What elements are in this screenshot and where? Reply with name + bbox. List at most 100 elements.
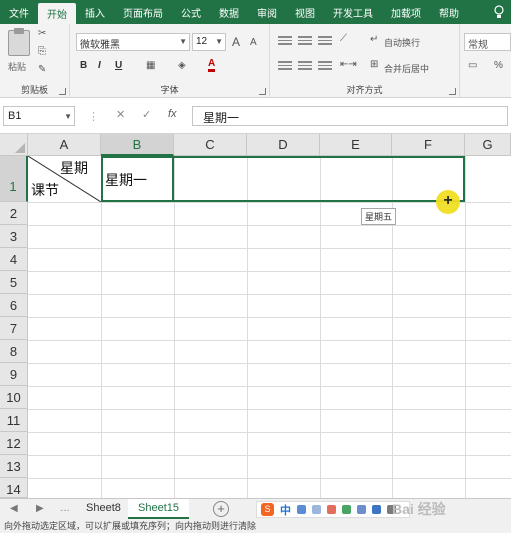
formula-input[interactable]: 星期一: [192, 106, 508, 126]
tab-data[interactable]: 数据: [210, 0, 248, 24]
tab-home[interactable]: 开始: [38, 3, 76, 24]
row-header-14[interactable]: 14: [0, 478, 28, 498]
ime-emoji-icon[interactable]: [327, 505, 336, 514]
row-header-10[interactable]: 10: [0, 386, 28, 409]
column-header-a[interactable]: A: [28, 134, 101, 156]
align-center-icon[interactable]: [298, 61, 312, 71]
ribbon-tab-bar: 文件 开始 插入 页面布局 公式 数据 审阅 视图 开发工具 加载项 帮助: [0, 0, 511, 24]
fill-handle-cursor-icon[interactable]: +: [436, 190, 460, 214]
ime-skin-icon[interactable]: [372, 505, 381, 514]
align-left-icon[interactable]: [278, 61, 292, 71]
prev-sheet-icon[interactable]: ◀: [10, 503, 18, 514]
italic-button[interactable]: I: [98, 60, 101, 71]
column-header-f[interactable]: F: [392, 134, 465, 156]
row-header-8[interactable]: 8: [0, 340, 28, 363]
ime-keyboard-icon[interactable]: [357, 505, 366, 514]
row-header-6[interactable]: 6: [0, 294, 28, 317]
fill-preview-tooltip: 星期五: [361, 208, 397, 225]
tab-insert[interactable]: 插入: [76, 0, 114, 24]
borders-icon[interactable]: ▦: [146, 60, 155, 71]
bold-button[interactable]: B: [80, 60, 87, 71]
wrap-text-button[interactable]: 自动换行: [384, 36, 420, 49]
merge-icon[interactable]: ⊞: [370, 59, 378, 70]
underline-button[interactable]: U: [115, 60, 122, 71]
add-sheet-icon[interactable]: +: [213, 501, 229, 517]
clipboard-launcher-icon[interactable]: [59, 88, 66, 95]
sheet-tab-sheet15[interactable]: Sheet15: [128, 499, 189, 519]
row-header-9[interactable]: 9: [0, 363, 28, 386]
formula-bar-grip-icon: ⋮: [88, 111, 99, 123]
row-header-11[interactable]: 11: [0, 409, 28, 432]
name-box[interactable]: B1 ▼: [3, 106, 75, 126]
sheet-list-icon[interactable]: …: [60, 503, 70, 514]
indent-icon[interactable]: ⇤⇥: [340, 59, 357, 70]
shrink-font-button[interactable]: A: [250, 37, 257, 48]
cut-icon[interactable]: ✂: [38, 28, 46, 39]
worksheet-grid: A B C D E F G 1 2 3 4 5 6 7 8 9 10 11 12…: [0, 134, 511, 498]
row-header-2[interactable]: 2: [0, 202, 28, 225]
tab-review[interactable]: 审阅: [248, 0, 286, 24]
ime-logo-icon[interactable]: S: [261, 503, 274, 516]
column-header-e[interactable]: E: [320, 134, 392, 156]
sheet-tab-bar: ◀ ▶ … Sheet8 Sheet15 + S 中 Bai 经验: [0, 498, 511, 520]
align-middle-icon[interactable]: [298, 36, 312, 46]
chevron-down-icon: ▼: [179, 37, 187, 46]
alignment-launcher-icon[interactable]: [449, 88, 456, 95]
row-header-3[interactable]: 3: [0, 225, 28, 248]
gridline: [28, 317, 511, 318]
font-name-select[interactable]: 微软雅黑 ▼: [76, 33, 190, 51]
copy-icon[interactable]: ⎘: [38, 46, 46, 57]
currency-icon[interactable]: ▭: [468, 60, 477, 71]
percent-button[interactable]: %: [494, 60, 503, 71]
format-painter-icon[interactable]: ✎: [38, 64, 46, 75]
ime-moon-icon[interactable]: [297, 505, 306, 514]
row-header-12[interactable]: 12: [0, 432, 28, 455]
next-sheet-icon[interactable]: ▶: [36, 503, 44, 514]
tab-file[interactable]: 文件: [0, 0, 38, 24]
font-size-select[interactable]: 12 ▼: [192, 33, 226, 51]
column-header-d[interactable]: D: [247, 134, 320, 156]
cell-a1-header-bottom[interactable]: 课节: [31, 180, 59, 200]
merge-center-button[interactable]: 合并后居中: [384, 62, 429, 75]
column-header-g[interactable]: G: [465, 134, 511, 156]
insert-function-button[interactable]: fx: [168, 108, 177, 120]
wrap-text-icon[interactable]: ↵: [370, 34, 378, 45]
row-header-4[interactable]: 4: [0, 248, 28, 271]
cell-a1-header-top[interactable]: 星期: [60, 158, 88, 178]
tab-help[interactable]: 帮助: [430, 0, 468, 24]
tab-view[interactable]: 视图: [286, 0, 324, 24]
row-header-1[interactable]: 1: [0, 156, 28, 202]
grow-font-button[interactable]: A: [232, 35, 240, 49]
align-right-icon[interactable]: [318, 61, 332, 71]
active-cell-b1[interactable]: [101, 156, 174, 202]
select-all-button[interactable]: [0, 134, 28, 156]
paste-icon[interactable]: [8, 28, 30, 56]
tab-developer[interactable]: 开发工具: [324, 0, 382, 24]
tab-page-layout[interactable]: 页面布局: [114, 0, 172, 24]
gridline: [28, 478, 511, 479]
column-header-b[interactable]: B: [101, 134, 174, 156]
cancel-icon[interactable]: ✕: [116, 108, 125, 121]
row-header-5[interactable]: 5: [0, 271, 28, 294]
fill-color-icon[interactable]: ◈: [178, 60, 186, 71]
font-color-button[interactable]: A: [208, 58, 216, 72]
tab-formulas[interactable]: 公式: [172, 0, 210, 24]
align-bottom-icon[interactable]: [318, 36, 332, 46]
tab-addins[interactable]: 加载项: [382, 0, 430, 24]
row-header-13[interactable]: 13: [0, 455, 28, 478]
ime-voice-icon[interactable]: [342, 505, 351, 514]
lightbulb-icon[interactable]: [487, 0, 511, 24]
paste-button-label[interactable]: 粘贴: [8, 60, 26, 73]
enter-icon[interactable]: ✓: [142, 108, 151, 121]
font-size-value: 12: [196, 36, 208, 47]
align-top-icon[interactable]: [278, 36, 292, 46]
sheet-tab-sheet8[interactable]: Sheet8: [76, 499, 131, 519]
column-header-c[interactable]: C: [174, 134, 247, 156]
number-format-select[interactable]: 常规: [464, 33, 511, 51]
gridline: [28, 294, 511, 295]
ime-mode-toggle[interactable]: 中: [280, 502, 291, 518]
row-header-7[interactable]: 7: [0, 317, 28, 340]
ime-punct-icon[interactable]: [312, 505, 321, 514]
orientation-icon[interactable]: ⟋: [340, 33, 347, 44]
font-launcher-icon[interactable]: [259, 88, 266, 95]
